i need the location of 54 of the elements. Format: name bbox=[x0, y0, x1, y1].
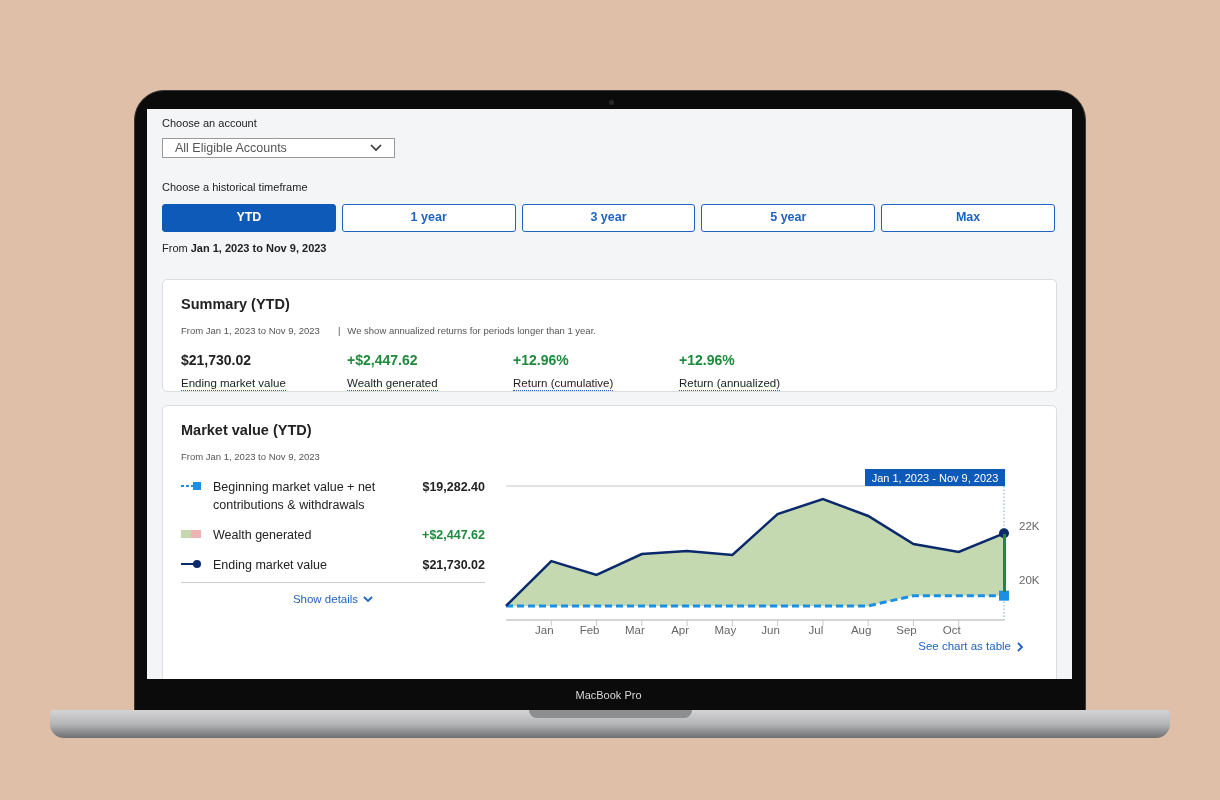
wealth-gap-bar bbox=[1002, 533, 1006, 592]
timeframe-tab[interactable]: 3 year bbox=[521, 203, 696, 232]
metric-value: +12.96% bbox=[513, 351, 569, 371]
metric-label[interactable]: Return (annualized) bbox=[679, 376, 780, 392]
x-tick-label: Aug bbox=[850, 624, 872, 637]
chevron-down-icon bbox=[370, 143, 382, 152]
field-label: Choose an account bbox=[162, 116, 258, 131]
dashed-line-square-icon bbox=[181, 482, 201, 491]
metric-value: +12.96% bbox=[679, 351, 735, 371]
y-tick-label: 20K bbox=[1019, 574, 1040, 587]
x-tick-label: May bbox=[714, 624, 737, 637]
metric-value: $21,730.02 bbox=[181, 351, 252, 371]
x-tick-label: Jul bbox=[808, 624, 824, 637]
account-dropdown[interactable]: All Eligible Accounts bbox=[162, 137, 395, 159]
legend-label: Ending market value bbox=[213, 557, 328, 575]
card-title: Summary (YTD) bbox=[181, 295, 291, 315]
start-point-marker bbox=[999, 590, 1009, 601]
legend-value: +$2,447.62 bbox=[422, 527, 485, 545]
timeframe-tab[interactable]: Max bbox=[881, 203, 1055, 232]
x-tick-label: Jun bbox=[761, 624, 780, 637]
timeframe-tab[interactable]: 1 year bbox=[341, 203, 516, 232]
timeframe-tab[interactable]: YTD bbox=[162, 203, 336, 232]
metric-label[interactable]: Ending market value bbox=[181, 376, 286, 392]
x-tick-label: Jan bbox=[535, 624, 554, 637]
timeframe-tab[interactable]: 5 year bbox=[701, 203, 876, 232]
date-range-text: From Jan 1, 2023 to Nov 9, 2023 bbox=[181, 450, 321, 464]
line-dot-icon bbox=[181, 560, 201, 569]
metric-label[interactable]: Return (cumulative) bbox=[513, 376, 614, 392]
separator-text: | bbox=[337, 324, 341, 338]
y-tick-label: 22K bbox=[1019, 520, 1040, 533]
x-tick-label: Feb bbox=[579, 624, 600, 637]
legend-label: Beginning market value + net contributions & withdrawals bbox=[213, 479, 377, 515]
chevron-right-icon bbox=[1017, 641, 1024, 652]
x-tick-label: Apr bbox=[671, 624, 690, 637]
x-tick-label: Oct bbox=[942, 624, 961, 637]
x-tick-label: Mar bbox=[624, 624, 645, 637]
see-chart-as-table-link[interactable]: See chart as table bbox=[918, 638, 1024, 656]
metric-label[interactable]: Wealth generated bbox=[347, 376, 438, 392]
show-details-button[interactable]: Show details bbox=[292, 591, 374, 609]
camera-lens bbox=[609, 100, 614, 105]
date-range-text: From Jan 1, 2023 to Nov 9, 2023 bbox=[162, 240, 328, 256]
field-label: Choose a historical timeframe bbox=[162, 180, 309, 196]
metric-value: +$2,447.62 bbox=[347, 351, 418, 371]
legend-label: Wealth generated bbox=[213, 527, 313, 545]
x-tick-label: Sep bbox=[896, 624, 917, 637]
note-text: We show annualized returns for periods longer than 1 year. bbox=[347, 324, 596, 338]
date-range-tooltip: Jan 1, 2023 - Nov 9, 2023 bbox=[865, 469, 1005, 487]
card-title: Market value (YTD) bbox=[181, 421, 313, 441]
chevron-down-icon bbox=[363, 596, 374, 604]
color-swatch-icon bbox=[181, 530, 201, 539]
date-range-text: From Jan 1, 2023 to Nov 9, 2023 bbox=[181, 324, 320, 338]
legend-value: $19,282.40 bbox=[422, 479, 485, 497]
legend-value: $21,730.02 bbox=[422, 557, 485, 575]
device-label: MacBook Pro bbox=[575, 687, 642, 703]
